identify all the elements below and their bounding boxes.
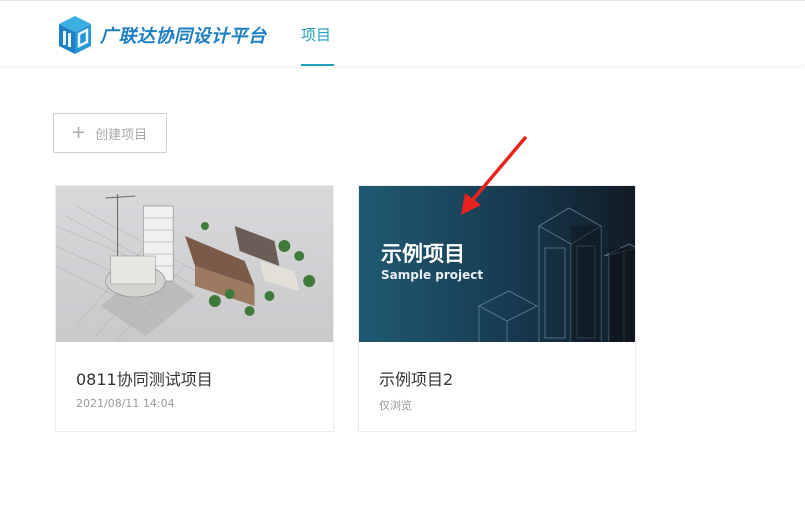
create-project-label: 创建项目 [95, 127, 148, 143]
project-permission: 仅浏览 [379, 399, 412, 412]
plus-icon: + [71, 122, 87, 143]
create-project-button[interactable]: + 创建项目 [53, 113, 167, 153]
logo-icon [59, 16, 91, 54]
tab-projects[interactable]: 项目 [301, 1, 334, 66]
project-card[interactable]: 0811协同测试项目 2021/08/11 14:04 [55, 185, 334, 432]
project-date: 2021/08/11 14:04 [76, 397, 175, 410]
project-thumbnail [56, 186, 333, 342]
cover-subtitle: Sample project [381, 268, 484, 282]
brand-name: 广联达协同设计平台 [100, 26, 267, 47]
cover-title: 示例项目 [381, 242, 465, 266]
project-title: 示例项目2 [379, 370, 454, 389]
project-title: 0811协同测试项目 [76, 370, 213, 389]
top-navigation-bar: 广联达协同设计平台 项目 [0, 0, 805, 66]
tab-projects-label: 项目 [301, 26, 332, 44]
project-thumbnail: 示例项目 Sample project [359, 186, 635, 342]
project-card[interactable]: 示例项目 Sample project 示例项目2 仅浏览 [358, 185, 636, 432]
active-tab-indicator [301, 64, 334, 66]
